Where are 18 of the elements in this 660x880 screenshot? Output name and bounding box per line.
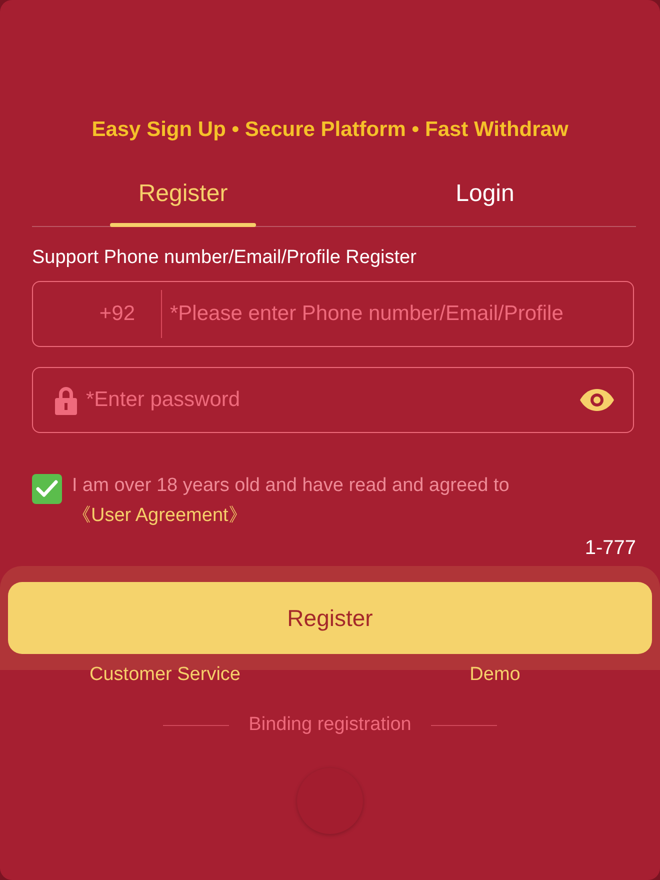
tagline: Easy Sign Up • Secure Platform • Fast Withdraw	[90, 118, 570, 142]
footer-link[interactable]: Customer Service	[0, 664, 330, 686]
register-hint: Support Phone number/Email/Profile Register	[32, 247, 418, 269]
password-input[interactable]: *Enter password	[78, 380, 579, 420]
footer-link[interactable]: Demo	[330, 664, 660, 686]
tab[interactable]: Register	[32, 162, 334, 226]
section-label: Binding registration	[248, 714, 412, 736]
eye-icon[interactable]	[579, 388, 615, 412]
agreement-checkbox[interactable]	[32, 474, 62, 504]
code-label: 1-777	[584, 537, 636, 560]
agreement-text: I am over 18 years old and have read and agreed to 《User Agreement》	[72, 474, 510, 528]
tab[interactable]: Login	[334, 162, 636, 226]
lock-icon	[54, 385, 78, 415]
register-button[interactable]: Register	[8, 582, 652, 654]
check-icon	[36, 480, 58, 498]
account-input[interactable]: *Please enter Phone number/Email/Profile	[162, 294, 633, 334]
user-agreement-link[interactable]: 《User Agreement》	[72, 505, 248, 526]
password-field[interactable]: *Enter password	[32, 367, 634, 433]
